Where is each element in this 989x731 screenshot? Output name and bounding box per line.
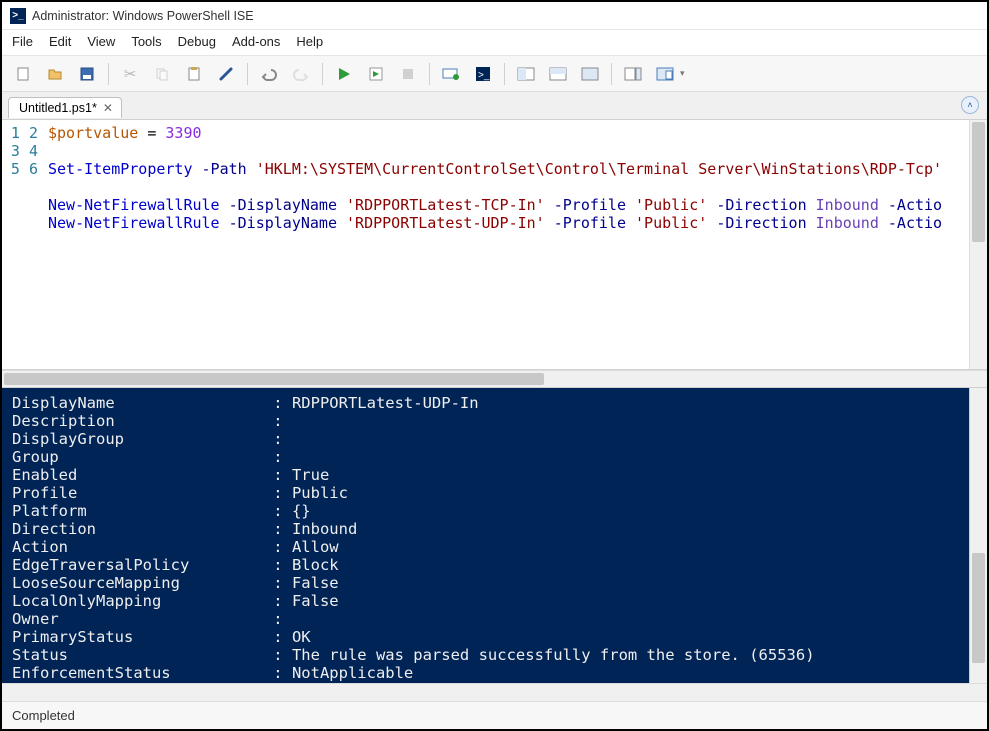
title-bar: >_ Administrator: Windows PowerShell ISE [2, 2, 987, 30]
paste-button[interactable] [179, 60, 209, 88]
show-script-top-button[interactable] [511, 60, 541, 88]
toolbar-separator [322, 63, 323, 85]
close-tab-icon[interactable]: ✕ [103, 101, 113, 115]
save-button[interactable] [72, 60, 102, 88]
line-number-gutter: 1 2 3 4 5 6 [2, 120, 48, 369]
tab-label: Untitled1.ps1* [19, 101, 97, 115]
show-command-addon-button[interactable] [618, 60, 648, 88]
toolbar-separator [429, 63, 430, 85]
collapse-script-pane-button[interactable]: ˄ [961, 96, 979, 114]
clear-button[interactable] [211, 60, 241, 88]
console-vertical-scrollbar[interactable] [969, 388, 987, 683]
start-powershell-button[interactable]: >_ [468, 60, 498, 88]
menu-item-tools[interactable]: Tools [131, 34, 161, 49]
menu-item-file[interactable]: File [12, 34, 33, 49]
new-file-button[interactable] [8, 60, 38, 88]
status-text: Completed [12, 708, 75, 723]
script-vertical-scrollbar[interactable] [969, 120, 987, 369]
svg-text:>_: >_ [478, 70, 490, 81]
toolbar-separator [247, 63, 248, 85]
show-command-window-button[interactable] [650, 60, 680, 88]
menu-item-view[interactable]: View [87, 34, 115, 49]
code-editor[interactable]: $portvalue = 3390 Set-ItemProperty -Path… [48, 120, 969, 369]
script-tab-strip: Untitled1.ps1* ✕ ˄ [2, 92, 987, 120]
toolbar: ✂ >_ ▾ [2, 56, 987, 92]
console-output-pane[interactable]: DisplayName : RDPPORTLatest-UDP-In Descr… [2, 388, 969, 683]
stop-button[interactable] [393, 60, 423, 88]
menu-item-debug[interactable]: Debug [178, 34, 216, 49]
run-script-button[interactable] [329, 60, 359, 88]
redo-button[interactable] [286, 60, 316, 88]
copy-button[interactable] [147, 60, 177, 88]
show-script-max-button[interactable] [575, 60, 605, 88]
status-bar: Completed [2, 701, 987, 729]
script-editor-pane[interactable]: 1 2 3 4 5 6 $portvalue = 3390 Set-ItemPr… [2, 120, 987, 370]
menu-item-add-ons[interactable]: Add-ons [232, 34, 280, 49]
toolbar-separator [504, 63, 505, 85]
menu-item-help[interactable]: Help [296, 34, 323, 49]
powershell-app-icon: >_ [10, 8, 26, 24]
open-file-button[interactable] [40, 60, 70, 88]
toolbar-overflow-icon[interactable]: ▾ [680, 68, 685, 79]
show-script-right-button[interactable] [543, 60, 573, 88]
new-remote-tab-button[interactable] [436, 60, 466, 88]
undo-button[interactable] [254, 60, 284, 88]
run-selection-button[interactable] [361, 60, 391, 88]
cut-button[interactable]: ✂ [115, 60, 145, 88]
script-tab[interactable]: Untitled1.ps1* ✕ [8, 97, 122, 118]
window-title: Administrator: Windows PowerShell ISE [32, 9, 254, 23]
script-horizontal-scrollbar[interactable] [2, 370, 987, 388]
menu-bar: File Edit View Tools Debug Add-ons Help [2, 30, 987, 56]
toolbar-separator [108, 63, 109, 85]
toolbar-separator [611, 63, 612, 85]
chevron-up-icon: ˄ [967, 100, 972, 110]
menu-item-edit[interactable]: Edit [49, 34, 71, 49]
console-horizontal-scrollbar[interactable] [2, 683, 987, 701]
